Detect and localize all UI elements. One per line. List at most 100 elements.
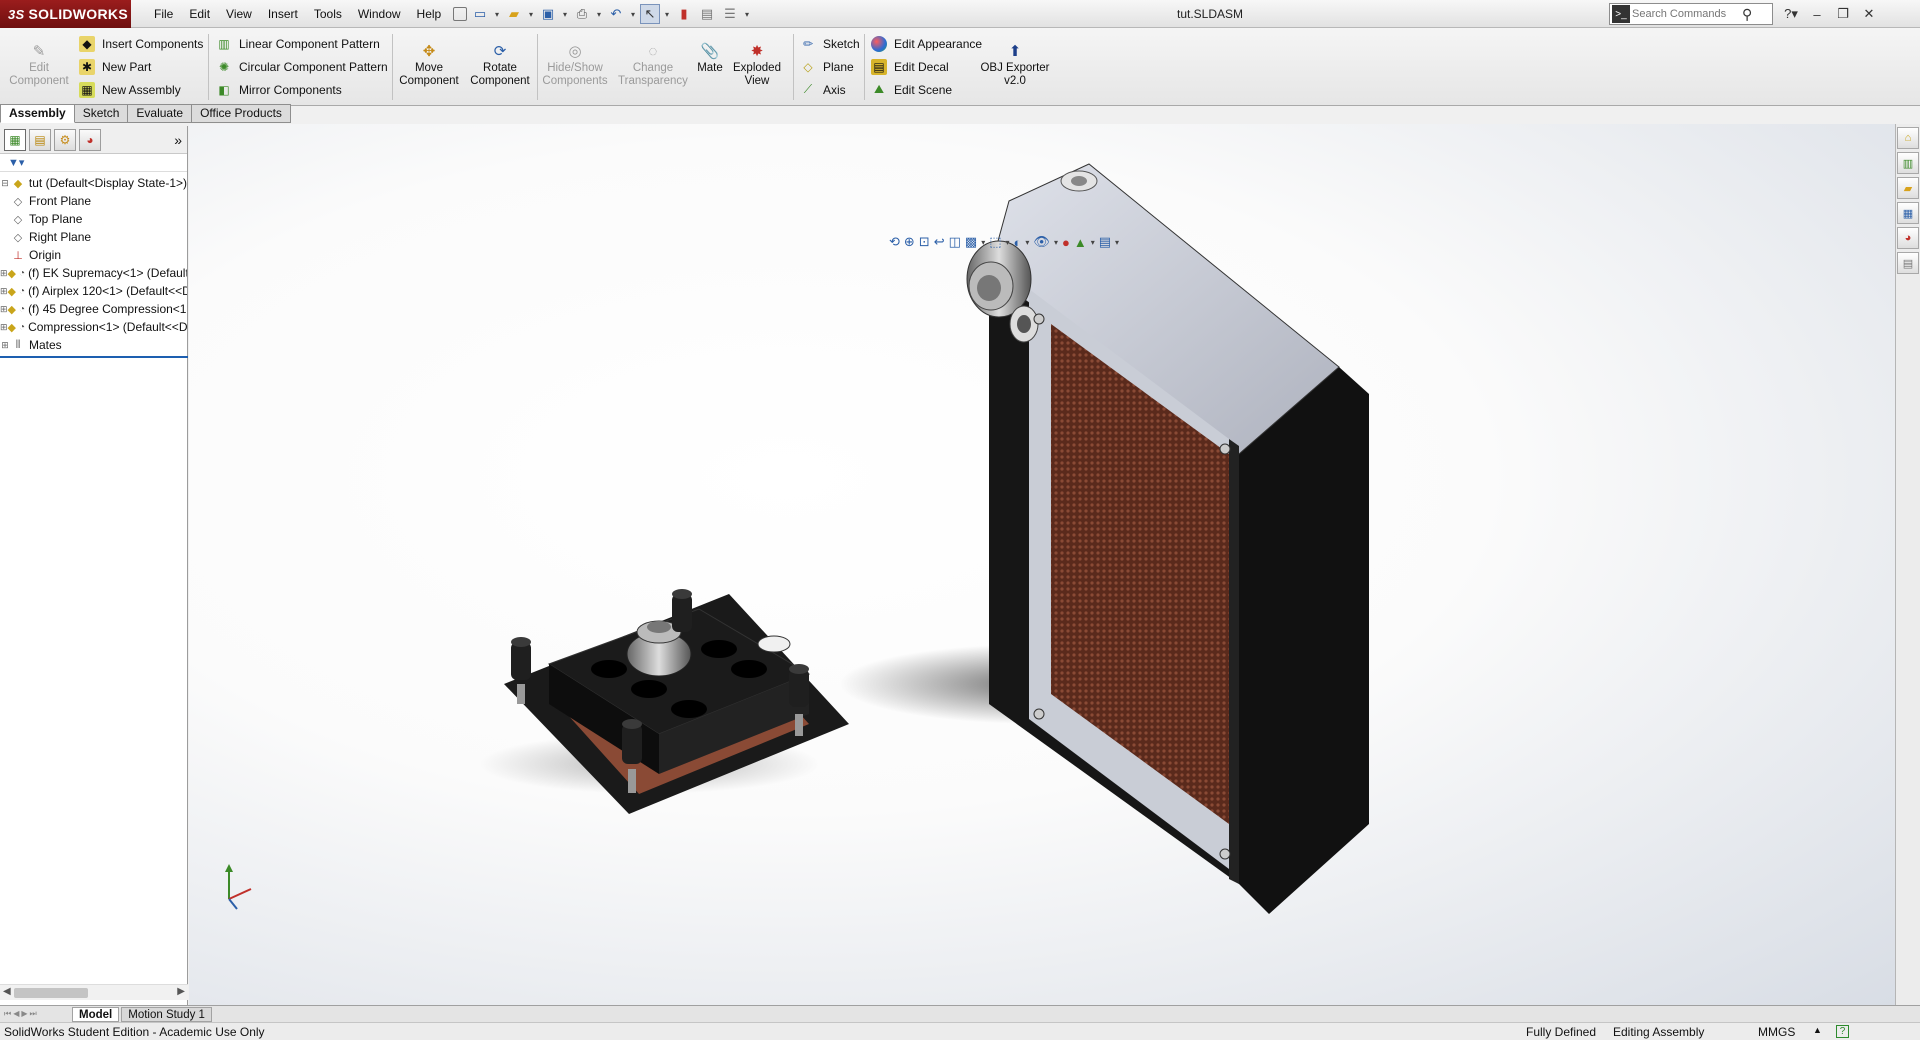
mirror-components-button[interactable]: ◧ Mirror Components — [216, 78, 388, 101]
new-assembly-button[interactable]: ▦ New Assembly — [79, 78, 203, 101]
rollback-bar[interactable] — [0, 356, 188, 358]
hide-show-components-button[interactable]: ◎ Hide/Show Components — [540, 40, 610, 100]
horizontal-scrollbar[interactable]: ◀ ▶ — [0, 984, 188, 1000]
select-dropdown-icon[interactable]: ▾ — [663, 10, 671, 19]
circular-pattern-button[interactable]: ✺ Circular Component Pattern — [216, 55, 388, 78]
search-icon[interactable]: ⚲ — [1742, 6, 1752, 23]
dynamic-annotation-icon[interactable]: ▩ — [965, 234, 977, 250]
display-style-icon[interactable]: ◐ — [1014, 235, 1022, 250]
section-view-icon[interactable]: ◫ — [949, 234, 961, 250]
tree-item-front-plane[interactable]: ◇ Front Plane — [0, 192, 187, 210]
options-dropdown-icon[interactable]: ▾ — [743, 10, 751, 19]
plane-button[interactable]: ◇ Plane — [800, 55, 860, 78]
unit-system-dropdown-icon[interactable]: ▲ — [1813, 1025, 1822, 1035]
tab-assembly[interactable]: Assembly — [0, 104, 75, 123]
save-icon[interactable]: ▣ — [538, 4, 558, 24]
minimize-icon[interactable]: – — [1806, 7, 1828, 22]
menu-window[interactable]: Window — [350, 0, 409, 28]
sketch-button[interactable]: ✏ Sketch — [800, 32, 860, 55]
expand-icon[interactable]: ⊞ — [0, 340, 10, 351]
expand-icon[interactable]: ⊞ — [0, 304, 8, 315]
edit-appearance-icon[interactable]: ● — [1062, 235, 1070, 250]
tree-item-component[interactable]: ⊞ ◆ ◔ (f) 45 Degree Compression<1> — [0, 300, 187, 318]
design-library-icon[interactable]: ▥ — [1897, 152, 1919, 174]
scroll-left-icon[interactable]: ◀ — [3, 986, 11, 997]
scroll-right-icon[interactable]: ▶ — [177, 986, 185, 997]
exploded-view-button[interactable]: ✸ Exploded View — [722, 40, 792, 100]
previous-tab-icon[interactable]: ◀ — [13, 1009, 19, 1019]
model-view[interactable] — [189, 124, 1895, 1005]
appearances-scenes-icon[interactable]: ◕ — [1897, 227, 1919, 249]
tree-item-component[interactable]: ⊞ ◆ ◔ (f) Airplex 120<1> (Default<<D — [0, 282, 187, 300]
tree-root-assembly[interactable]: ⊟ ◆ tut (Default<Display State-1>) — [0, 174, 187, 192]
print-dropdown-icon[interactable]: ▾ — [595, 10, 603, 19]
new-document-icon[interactable]: ▭ — [470, 4, 490, 24]
edit-component-button[interactable]: ✎ Edit Component — [4, 40, 74, 100]
edit-decal-button[interactable]: ▤ Edit Decal — [871, 55, 982, 78]
radiator-airplex-120[interactable] — [966, 163, 1369, 914]
last-tab-icon[interactable]: ⏭ — [30, 1009, 37, 1019]
hide-show-items-icon[interactable]: 👁 — [1033, 234, 1050, 250]
previous-view-arrow-icon[interactable]: ↩ — [934, 234, 945, 250]
select-cursor-icon[interactable]: ↖ — [640, 4, 660, 24]
open-dropdown-icon[interactable]: ▾ — [527, 10, 535, 19]
tab-office-products[interactable]: Office Products — [192, 104, 291, 123]
view-orientation-icon[interactable]: ⬚ — [989, 234, 1001, 250]
configuration-manager-tab-icon[interactable]: ⚙ — [54, 128, 76, 151]
file-explorer-icon[interactable]: ▰ — [1897, 177, 1919, 199]
search-input[interactable] — [1632, 8, 1742, 20]
pin-menu-icon[interactable] — [453, 7, 468, 21]
save-dropdown-icon[interactable]: ▾ — [561, 10, 569, 19]
quick-tips-help-icon[interactable]: ? — [1836, 1025, 1849, 1038]
tree-item-component[interactable]: ⊞ ◆ ◔ Compression<1> (Default<<D — [0, 318, 187, 336]
move-component-button[interactable]: ✥ Move Component — [394, 40, 464, 100]
scroll-thumb[interactable] — [14, 988, 88, 998]
next-tab-icon[interactable]: ▶ — [21, 1009, 27, 1019]
menu-insert[interactable]: Insert — [260, 0, 306, 28]
edit-scene-button[interactable]: ⛰ Edit Scene — [871, 78, 982, 101]
restore-icon[interactable]: ❐ — [1832, 6, 1854, 22]
expand-panel-icon[interactable]: » — [174, 132, 182, 148]
tab-model[interactable]: Model — [72, 1006, 120, 1022]
rebuild-traffic-light-icon[interactable]: ▮ — [674, 4, 694, 24]
tab-sketch[interactable]: Sketch — [74, 104, 129, 123]
insert-components-button[interactable]: ◆ Insert Components — [79, 32, 203, 55]
apply-scene-icon[interactable]: ▲ — [1074, 235, 1087, 250]
axis-button[interactable]: ⟋ Axis — [800, 78, 860, 101]
menu-tools[interactable]: Tools — [306, 0, 350, 28]
view-palette-icon[interactable]: ▦ — [1897, 202, 1919, 224]
tree-item-top-plane[interactable]: ◇ Top Plane — [0, 210, 187, 228]
solidworks-logo[interactable]: 3S SOLIDWORKS — [0, 0, 131, 28]
menu-edit[interactable]: Edit — [181, 0, 218, 28]
options-icon[interactable]: ☰ — [720, 4, 740, 24]
tab-motion-study[interactable]: Motion Study 1 — [121, 1006, 212, 1022]
previous-view-icon[interactable]: ⟲ — [889, 234, 900, 250]
solidworks-resources-icon[interactable]: ⌂ — [1897, 127, 1919, 149]
rotate-component-button[interactable]: ⟳ Rotate Component — [465, 40, 535, 100]
expand-icon[interactable]: ⊞ — [0, 322, 8, 333]
zoom-to-fit-icon[interactable]: ⊕ — [904, 234, 915, 250]
unit-system[interactable]: MMGS — [1758, 1025, 1795, 1039]
tab-evaluate[interactable]: Evaluate — [128, 104, 193, 123]
help-dropdown-icon[interactable]: ?▾ — [1780, 6, 1802, 22]
open-folder-icon[interactable]: ▰ — [504, 4, 524, 24]
menu-file[interactable]: File — [146, 0, 181, 28]
feature-manager-tab-icon[interactable]: ▦ — [4, 128, 26, 151]
linear-pattern-button[interactable]: ▥ Linear Component Pattern — [216, 32, 388, 55]
property-manager-tab-icon[interactable]: ▤ — [29, 128, 51, 151]
new-part-button[interactable]: ✱ New Part — [79, 55, 203, 78]
undo-icon[interactable]: ↶ — [606, 4, 626, 24]
menu-help[interactable]: Help — [409, 0, 450, 28]
collapse-icon[interactable]: ⊟ — [0, 178, 10, 189]
edit-appearance-button[interactable]: Edit Appearance — [871, 32, 982, 55]
tree-filter[interactable]: ▼▾ — [0, 154, 187, 172]
print-icon[interactable]: ⎙ — [572, 4, 592, 24]
display-manager-tab-icon[interactable]: ◕ — [79, 128, 101, 151]
search-commands-box[interactable]: >_ ⚲ — [1609, 3, 1773, 25]
tree-item-component[interactable]: ⊞ ◆ ◔ (f) EK Supremacy<1> (Default<< — [0, 264, 187, 282]
expand-icon[interactable]: ⊞ — [0, 286, 8, 297]
undo-dropdown-icon[interactable]: ▾ — [629, 10, 637, 19]
close-icon[interactable]: ✕ — [1858, 6, 1880, 22]
first-tab-icon[interactable]: ⏮ — [4, 1009, 11, 1019]
tree-item-origin[interactable]: ⊥ Origin — [0, 246, 187, 264]
